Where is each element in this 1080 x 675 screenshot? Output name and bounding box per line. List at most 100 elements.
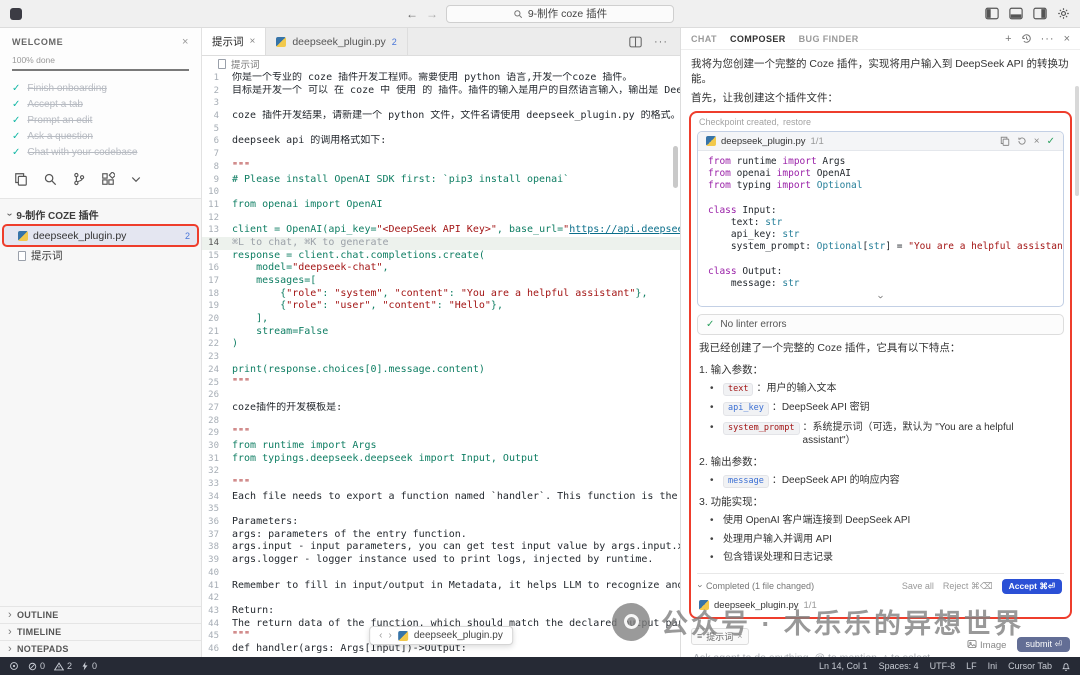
status-item[interactable]: Ini [988,661,998,671]
close-icon[interactable]: × [250,36,256,47]
chevron-down-icon[interactable]: › [696,585,706,588]
sidebar-section-timeline[interactable]: ›TIMELINE [0,623,201,640]
toggle-panel-icon[interactable] [1009,7,1023,20]
code-line[interactable]: 40 [202,567,680,580]
code-line[interactable]: 14⌘L to chat, ⌘K to generate [202,237,680,250]
code-line[interactable]: 24print(response.choices[0].message.cont… [202,364,680,377]
code-line[interactable]: 8""" [202,161,680,174]
code-line[interactable]: 9# Please install OpenAI SDK first: `pip… [202,174,680,187]
history-icon[interactable] [1021,33,1032,44]
explorer-file[interactable]: deepseek_plugin.py2 [4,226,197,245]
code-line[interactable]: 6deepseek api 的调用格式如下: [202,135,680,148]
code-line[interactable]: 17 messages=[ [202,275,680,288]
code-line[interactable]: 43Return: [202,605,680,618]
launcher-icon[interactable] [9,661,19,671]
code-line[interactable]: 16 model="deepseek-chat", [202,262,680,275]
attach-image-toggle[interactable]: Image [967,639,1006,651]
explorer-section-header[interactable]: › 9-制作 COZE 插件 [0,204,201,225]
code-line[interactable]: 20 ], [202,313,680,326]
restore-checkpoint-link[interactable]: restore [783,117,811,127]
code-line[interactable]: 33""" [202,478,680,491]
explorer-file[interactable]: 提示词 [4,246,197,265]
code-line[interactable]: 30from runtime import Args [202,440,680,453]
code-line[interactable]: 25""" [202,377,680,390]
toggle-primary-sidebar-icon[interactable] [985,7,999,20]
panel-scrollbar-thumb[interactable] [1075,86,1079,196]
code-line[interactable]: 18 {"role": "system", "content": "You ar… [202,288,680,301]
extensions-icon[interactable] [101,172,115,186]
ports-indicator[interactable]: 0 [81,661,97,671]
close-icon[interactable]: × [1034,136,1040,147]
code-line[interactable]: 36Parameters: [202,516,680,529]
new-chat-icon[interactable]: + [1005,33,1011,45]
code-line[interactable]: 22) [202,338,680,351]
code-line[interactable]: 23 [202,351,680,364]
forward-button[interactable]: → [426,7,438,21]
revert-icon[interactable] [1017,136,1027,146]
more-actions-icon[interactable]: ··· [1041,33,1055,45]
code-line[interactable]: 37args: parameters of the entry function… [202,529,680,542]
problems-errors[interactable]: 0 [28,661,45,671]
code-line[interactable]: 12 [202,212,680,225]
status-item[interactable]: Spaces: 4 [879,661,919,671]
code-line[interactable]: 1你是一个专业的 coze 插件开发工程师。需要使用 python 语言,开发一… [202,72,680,85]
code-line[interactable]: 39args.logger - logger instance used to … [202,554,680,567]
status-item[interactable]: UTF-8 [930,661,956,671]
code-line[interactable]: 10 [202,186,680,199]
chevron-down-icon[interactable] [130,173,142,185]
accept-button[interactable]: Accept ⌘⏎ [1002,579,1062,594]
code-line[interactable]: 42 [202,592,680,605]
next-file-icon[interactable]: › [389,630,392,641]
source-control-icon[interactable] [72,172,86,186]
copy-icon[interactable] [1000,136,1010,146]
more-actions-icon[interactable]: ··· [654,36,668,48]
reject-button[interactable]: Reject ⌘⌫ [943,581,993,592]
code-line[interactable]: 5 [202,123,680,136]
status-item[interactable]: Cursor Tab [1008,661,1052,671]
notifications-bell-icon[interactable] [1061,661,1071,672]
back-button[interactable]: ← [406,7,418,21]
sidebar-section-notepads[interactable]: ›NOTEPADS [0,640,201,657]
panel-tab-composer[interactable]: COMPOSER [730,34,786,44]
code-line[interactable]: 27coze插件的开发模板是: [202,402,680,415]
code-line[interactable]: 19 {"role": "user", "content": "Hello"}, [202,300,680,313]
onboarding-item[interactable]: ✓Prompt an edit [12,112,189,128]
onboarding-item[interactable]: ✓Finish onboarding [12,80,189,96]
changed-file-pill[interactable]: ‹ › deepseek_plugin.py [369,626,513,645]
code-line[interactable]: 28 [202,415,680,428]
breadcrumb[interactable]: 提示词 [202,56,680,72]
panel-tab-chat[interactable]: CHAT [691,34,717,44]
split-editor-icon[interactable] [629,36,642,48]
close-icon[interactable]: × [182,36,189,48]
code-line[interactable]: 31from typings.deepseek.deepseek import … [202,453,680,466]
sidebar-section-outline[interactable]: ›OUTLINE [0,606,201,623]
status-item[interactable]: Ln 14, Col 1 [819,661,868,671]
expand-code-button[interactable]: › [698,291,1063,306]
close-icon[interactable]: × [1064,33,1070,45]
code-editor[interactable]: 1你是一个专业的 coze 插件开发工程师。需要使用 python 语言,开发一… [202,72,680,657]
toggle-secondary-sidebar-icon[interactable] [1033,7,1047,20]
save-all-button[interactable]: Save all [902,581,934,591]
code-line[interactable]: 4coze 插件开发结果，请新建一个 python 文件，文件名请使用 deep… [202,110,680,123]
tab-deepseek-plugin[interactable]: deepseek_plugin.py 2 [266,28,407,55]
submit-button[interactable]: submit ⏎ [1017,637,1070,652]
problems-warnings[interactable]: 2 [54,661,72,671]
code-line[interactable]: 3 [202,97,680,110]
onboarding-item[interactable]: ✓Accept a tab [12,96,189,112]
copy-icon[interactable] [14,172,28,186]
settings-gear-icon[interactable] [1057,7,1070,20]
code-line[interactable]: 11from openai import OpenAI [202,199,680,212]
code-line[interactable]: 13client = OpenAI(api_key="<DeepSeek API… [202,224,680,237]
onboarding-item[interactable]: ✓Chat with your codebase [12,144,189,160]
tab-prompt-file[interactable]: 提示词 × [202,28,266,55]
editor-scrollbar-thumb[interactable] [673,146,678,188]
code-line[interactable]: 35 [202,503,680,516]
prev-file-icon[interactable]: ‹ [379,630,382,641]
status-item[interactable]: LF [966,661,977,671]
search-icon[interactable] [43,172,57,186]
code-line[interactable]: 21 stream=False [202,326,680,339]
code-line[interactable]: 41Remember to fill in input/output in Me… [202,580,680,593]
command-center-search[interactable]: 9-制作 coze 插件 [446,5,674,23]
onboarding-item[interactable]: ✓Ask a question [12,128,189,144]
code-line[interactable]: 38args.input - input parameters, you can… [202,541,680,554]
